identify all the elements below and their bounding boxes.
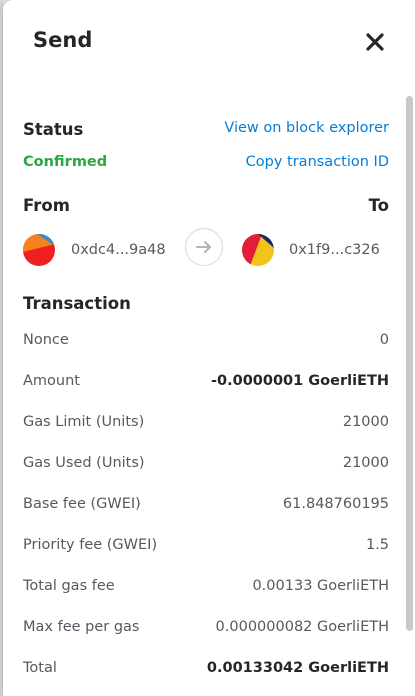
detail-label: Max fee per gas xyxy=(23,619,140,635)
detail-row-priority-fee: Priority fee (GWEI) 1.5 xyxy=(23,531,389,572)
detail-label: Total xyxy=(23,660,57,676)
scrollbar[interactable] xyxy=(406,96,413,631)
to-label: To xyxy=(368,196,389,215)
send-transaction-modal: Send Status View on block explorer Confi… xyxy=(3,0,415,696)
address-row: 0xdc4...9a48 0x1f9...c326 xyxy=(23,222,389,292)
close-icon xyxy=(366,33,384,51)
detail-value: 1.5 xyxy=(365,537,389,553)
detail-value: 0.000000082 GoerliETH xyxy=(215,619,389,635)
from-label: From xyxy=(23,196,70,215)
detail-label: Amount xyxy=(23,373,80,389)
detail-row-total: Total 0.00133042 GoerliETH xyxy=(23,654,389,695)
detail-row-amount: Amount -0.0000001 GoerliETH xyxy=(23,367,389,408)
detail-value: -0.0000001 GoerliETH xyxy=(210,373,389,389)
arrow-right-icon xyxy=(196,241,211,253)
detail-value: 61.848760195 xyxy=(282,496,389,512)
to-avatar xyxy=(242,234,274,266)
detail-value: 0 xyxy=(379,332,389,348)
detail-value: 21000 xyxy=(342,414,389,430)
close-button[interactable] xyxy=(363,30,387,54)
to-address[interactable]: 0x1f9...c326 xyxy=(289,242,380,258)
identicon-icon xyxy=(242,234,274,266)
from-avatar xyxy=(23,234,55,266)
detail-row-gas-limit: Gas Limit (Units) 21000 xyxy=(23,408,389,449)
detail-label: Nonce xyxy=(23,332,69,348)
detail-row-base-fee: Base fee (GWEI) 61.848760195 xyxy=(23,490,389,531)
detail-row-nonce: Nonce 0 xyxy=(23,326,389,367)
detail-label: Priority fee (GWEI) xyxy=(23,537,158,553)
from-address[interactable]: 0xdc4...9a48 xyxy=(71,242,166,258)
status-value-row: Confirmed Copy transaction ID xyxy=(23,118,389,170)
detail-value: 0.00133042 GoerliETH xyxy=(206,660,389,676)
detail-row-gas-used: Gas Used (Units) 21000 xyxy=(23,449,389,490)
transaction-header: Transaction xyxy=(23,292,389,326)
transaction-details: Nonce 0 Amount -0.0000001 GoerliETH Gas … xyxy=(23,326,389,695)
modal-body: Status View on block explorer Confirmed … xyxy=(23,84,389,676)
arrow-indicator xyxy=(185,228,223,266)
detail-label: Base fee (GWEI) xyxy=(23,496,141,512)
status-row: Status View on block explorer xyxy=(23,84,389,139)
detail-label: Gas Limit (Units) xyxy=(23,414,145,430)
detail-value: 21000 xyxy=(342,455,389,471)
detail-label: Total gas fee xyxy=(23,578,115,594)
detail-row-max-fee: Max fee per gas 0.000000082 GoerliETH xyxy=(23,613,389,654)
from-to-header: From To xyxy=(23,152,389,215)
identicon-icon xyxy=(23,234,55,266)
detail-label: Gas Used (Units) xyxy=(23,455,145,471)
detail-row-total-gas-fee: Total gas fee 0.00133 GoerliETH xyxy=(23,572,389,613)
transaction-heading: Transaction xyxy=(23,294,131,313)
detail-value: 0.00133 GoerliETH xyxy=(252,578,389,594)
modal-header: Send xyxy=(3,0,415,84)
modal-title: Send xyxy=(33,28,93,52)
